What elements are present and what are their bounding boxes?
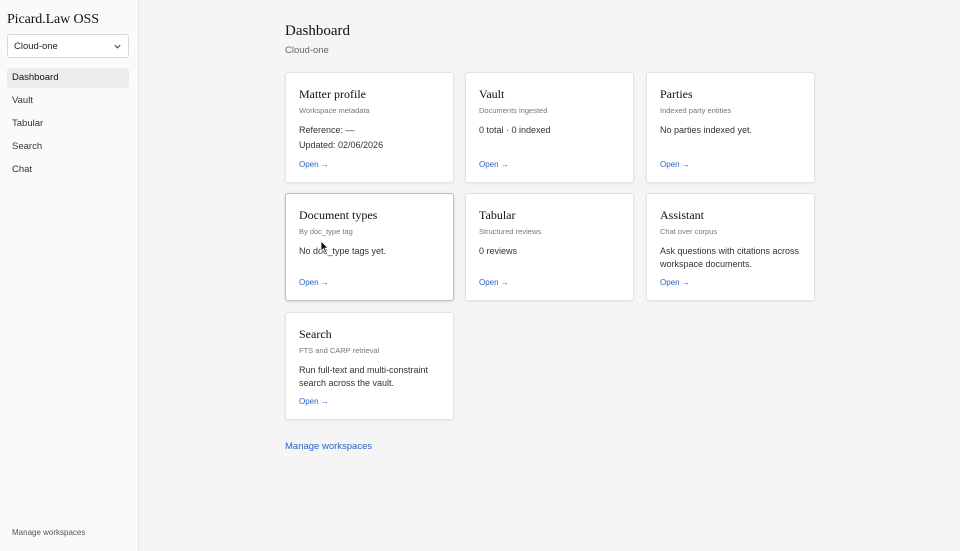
card-body-line: Run full-text and multi-constraint searc… <box>299 365 429 388</box>
card-subtitle: Chat over corpus <box>660 227 718 236</box>
card-subtitle: By doc_type tag <box>299 227 353 236</box>
card-vault[interactable]: Vault Documents ingested 0 total · 0 ind… <box>465 72 634 183</box>
brand-title: Picard.Law OSS <box>7 12 99 27</box>
card-subtitle: Indexed party entities <box>660 106 732 115</box>
card-search[interactable]: Search FTS and CARP retrieval Run full-t… <box>285 312 454 420</box>
sidebar-item-chat[interactable]: Chat <box>7 160 129 180</box>
card-title: Parties <box>660 87 693 101</box>
workspace-select-value: Cloud-one <box>14 40 58 52</box>
manage-workspaces-link[interactable]: Manage workspaces <box>285 441 372 452</box>
card-open-link[interactable]: Open → <box>299 160 329 169</box>
card-body: Reference: — Updated: 02/06/2026 <box>299 124 449 154</box>
card-subtitle: Workspace metadata <box>299 106 370 115</box>
card-body-line: Reference: — <box>299 125 355 135</box>
card-title: Document types <box>299 208 378 222</box>
card-subtitle: FTS and CARP retrieval <box>299 346 380 355</box>
page-title: Dashboard <box>285 23 350 39</box>
card-body-line: 0 reviews <box>479 246 518 256</box>
workspace-select[interactable]: Cloud-one <box>7 34 129 58</box>
card-title: Search <box>299 327 332 341</box>
card-open-link[interactable]: Open → <box>299 397 329 406</box>
card-matter-profile[interactable]: Matter profile Workspace metadata Refere… <box>285 72 454 183</box>
card-open-link[interactable]: Open → <box>660 160 690 169</box>
card-body: 0 reviews <box>479 245 629 260</box>
card-open-link[interactable]: Open → <box>299 278 329 287</box>
card-title: Tabular <box>479 208 516 222</box>
sidebar: Picard.Law OSS Cloud-one Dashboard Vault… <box>0 0 139 551</box>
sidebar-item-dashboard[interactable]: Dashboard <box>7 68 129 88</box>
card-body: Ask questions with citations across work… <box>660 245 810 273</box>
card-subtitle: Structured reviews <box>479 227 542 236</box>
sidebar-nav: Dashboard Vault Tabular Search Chat <box>7 68 129 183</box>
card-assistant[interactable]: Assistant Chat over corpus Ask questions… <box>646 193 815 301</box>
card-parties[interactable]: Parties Indexed party entities No partie… <box>646 72 815 183</box>
mouse-cursor-icon <box>320 240 330 254</box>
card-body-line: Updated: 02/06/2026 <box>299 140 384 150</box>
sidebar-item-search[interactable]: Search <box>7 137 129 157</box>
sidebar-item-tabular[interactable]: Tabular <box>7 114 129 134</box>
sidebar-manage-workspaces-link[interactable]: Manage workspaces <box>12 528 85 537</box>
chevron-down-icon <box>114 44 121 49</box>
card-body: 0 total · 0 indexed <box>479 124 629 139</box>
card-tabular[interactable]: Tabular Structured reviews 0 reviews Ope… <box>465 193 634 301</box>
card-title: Matter profile <box>299 87 366 101</box>
card-body: Run full-text and multi-constraint searc… <box>299 364 449 392</box>
card-body-line: Ask questions with citations across work… <box>660 246 800 269</box>
card-open-link[interactable]: Open → <box>479 278 509 287</box>
card-title: Assistant <box>660 208 705 222</box>
card-open-link[interactable]: Open → <box>479 160 509 169</box>
card-title: Vault <box>479 87 505 101</box>
card-open-link[interactable]: Open → <box>660 278 690 287</box>
card-document-types[interactable]: Document types By doc_type tag No doc_ty… <box>285 193 454 301</box>
card-body-line: 0 total · 0 indexed <box>479 125 551 135</box>
sidebar-item-vault[interactable]: Vault <box>7 91 129 111</box>
card-subtitle: Documents ingested <box>479 106 548 115</box>
card-body: No parties indexed yet. <box>660 124 810 139</box>
card-body-line: No parties indexed yet. <box>660 125 753 135</box>
page-subtitle: Cloud-one <box>285 45 329 56</box>
